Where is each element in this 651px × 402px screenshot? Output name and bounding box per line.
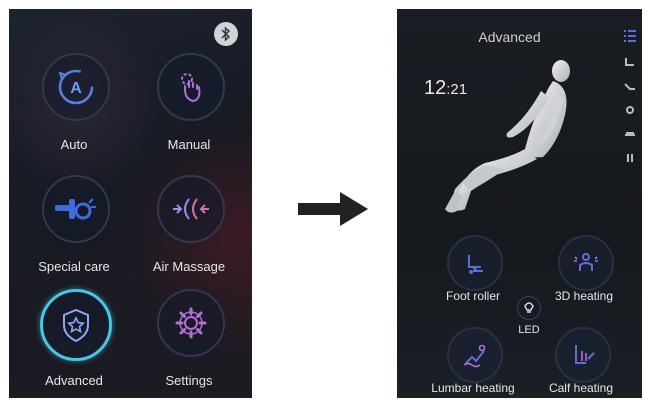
special-care-icon xyxy=(42,175,110,243)
3d-heating-button[interactable]: 3D heating xyxy=(546,235,622,307)
auto-a-icon: A xyxy=(42,53,110,121)
lumbar-heating-button[interactable]: Lumbar heating xyxy=(431,327,515,398)
arrow-right-icon xyxy=(298,192,368,226)
lumbar-heating-icon xyxy=(447,327,503,383)
menu-label: Air Massage xyxy=(152,259,226,274)
page-title: Advanced xyxy=(478,29,541,45)
hand-gear-icon xyxy=(157,53,225,121)
body-icon[interactable] xyxy=(622,101,638,119)
bluetooth-icon[interactable] xyxy=(214,22,238,46)
shield-star-icon xyxy=(40,289,112,361)
recline-icon[interactable] xyxy=(622,77,638,95)
body-figure-image xyxy=(445,60,570,213)
seat-icon[interactable] xyxy=(622,53,638,71)
advanced-screen: Advanced 12:21 Foot roller 3D heating LE… xyxy=(397,9,642,398)
menu-item-special-care[interactable]: Special care xyxy=(18,175,130,295)
bulb-icon xyxy=(517,296,541,320)
foot-roller-icon xyxy=(447,235,503,291)
calf-heating-button[interactable]: Calf heating xyxy=(543,327,619,398)
menu-label: Advanced xyxy=(45,373,103,388)
list-icon[interactable] xyxy=(622,27,638,45)
menu-item-advanced[interactable]: Advanced xyxy=(18,289,130,398)
foot-roller-button[interactable]: Foot roller xyxy=(435,235,511,307)
side-toolbar xyxy=(622,27,638,173)
air-massage-icon xyxy=(157,175,225,243)
calf-heating-icon xyxy=(555,327,611,383)
menu-item-settings[interactable]: Settings xyxy=(133,289,245,398)
menu-item-auto[interactable]: A Auto xyxy=(18,53,130,173)
3d-heating-icon xyxy=(558,235,614,291)
main-menu-screen: A Auto Manual Special care Air Massage A… xyxy=(9,9,252,398)
foot-roller-label: Foot roller xyxy=(445,289,501,303)
menu-item-manual[interactable]: Manual xyxy=(133,53,245,173)
svg-text:A: A xyxy=(70,80,82,97)
menu-label: Auto xyxy=(60,137,88,152)
flat-icon[interactable] xyxy=(622,125,638,143)
menu-label: Special care xyxy=(38,259,110,274)
gear-icon xyxy=(157,289,225,357)
menu-item-air-massage[interactable]: Air Massage xyxy=(133,175,245,295)
calf-heating-label: Calf heating xyxy=(548,381,614,395)
lumbar-heating-label: Lumbar heating xyxy=(431,381,515,395)
menu-label: Manual xyxy=(167,137,211,152)
3d-heating-label: 3D heating xyxy=(554,289,614,303)
pause-icon[interactable] xyxy=(622,149,638,167)
menu-label: Settings xyxy=(165,373,213,388)
